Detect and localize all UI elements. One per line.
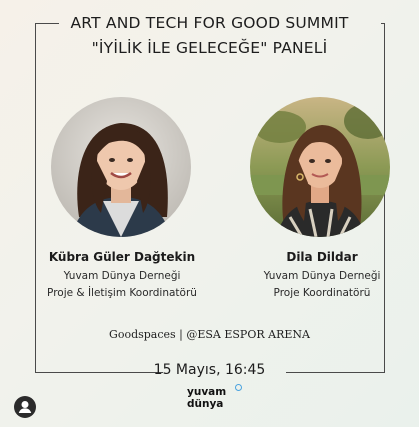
frame-left [35,23,36,372]
speaker1-organization: Yuvam Dünya Derneği [63,270,181,282]
speaker1-name: Kübra Güler Dağtekin [48,250,196,264]
venue-text: Goodspaces | @ESA ESPOR ARENA [109,328,310,341]
yuvam-dunya-logo: yuvam dünya [187,384,247,410]
logo-dot-icon [235,384,242,391]
frame-right [384,23,385,372]
speaker1-photo [51,97,191,237]
logo-line2: dünya [187,398,224,410]
speaker2-organization: Yuvam Dünya Derneği [263,270,381,282]
account-icon[interactable] [14,396,36,418]
speaker2-photo [250,97,390,237]
summit-title: ART AND TECH FOR GOOD SUMMIT [70,14,349,32]
speaker1-role: Proje & İletişim Koordinatörü [47,287,197,299]
event-poster: ART AND TECH FOR GOOD SUMMIT "İYİLİK İLE… [0,0,419,427]
date-time: 15 Mayıs, 16:45 [153,362,266,378]
panel-title: "İYİLİK İLE GELECEĞE" PANELİ [91,39,328,57]
speaker2-name: Dila Dildar [286,250,358,264]
speaker2-role: Proje Koordinatörü [273,287,371,299]
